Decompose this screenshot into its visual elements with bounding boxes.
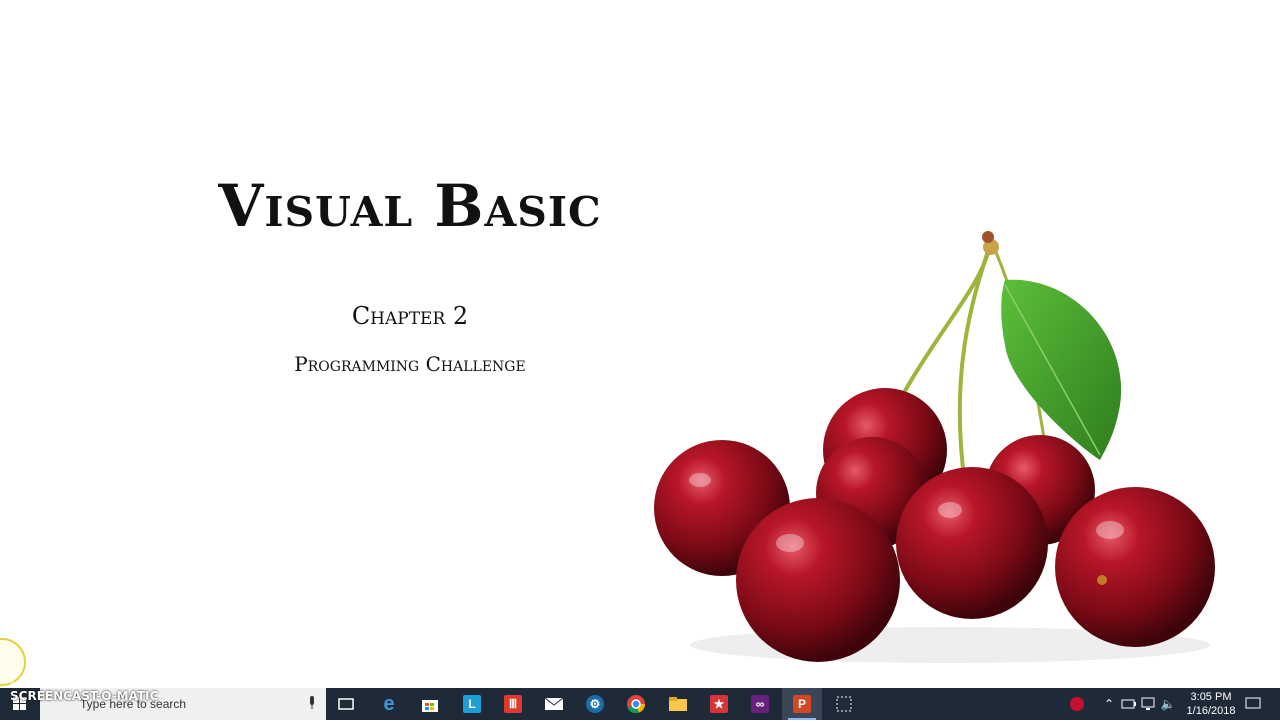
acrobat-button[interactable]: ★	[699, 688, 739, 720]
action-center-icon[interactable]	[1245, 696, 1261, 712]
clock-time: 3:05 PM	[1190, 691, 1232, 703]
edge-icon: e	[383, 692, 395, 715]
steam-icon: ⚙	[586, 695, 604, 713]
search-placeholder: Type here to search	[80, 697, 187, 711]
chevron-up-icon[interactable]: ⌃	[1101, 696, 1117, 712]
edge-button[interactable]: e	[369, 688, 409, 720]
search-box[interactable]: Type here to search	[40, 688, 326, 720]
microphone-icon[interactable]	[308, 696, 316, 710]
slide: Visual Basic Chapter 2 Programming Chall…	[0, 0, 1280, 688]
office-app-icon: Ⅲ	[504, 695, 522, 713]
network-icon[interactable]	[1141, 696, 1157, 712]
chrome-icon	[627, 695, 645, 714]
snipping-tool-button[interactable]	[824, 688, 864, 720]
l-app-icon: L	[463, 695, 481, 713]
acrobat-icon: ★	[710, 695, 728, 713]
mail-icon	[544, 697, 564, 710]
chrome-button[interactable]	[616, 688, 656, 720]
start-button[interactable]	[0, 688, 40, 720]
store-button[interactable]	[410, 688, 450, 720]
powerpoint-icon: P	[793, 695, 811, 713]
store-icon	[422, 700, 438, 712]
task-view-button[interactable]	[326, 688, 366, 720]
task-view-icon	[338, 698, 354, 710]
volume-muted-icon[interactable]: 🔈	[1160, 696, 1176, 712]
cursor-highlight	[0, 638, 26, 686]
folder-icon	[669, 697, 687, 711]
taskbar: Type here to search e L Ⅲ ⚙ ★ ∞ P ⌃ 🔈 3:…	[0, 688, 1280, 720]
system-clock[interactable]: 3:05 PM 1/16/2018	[1181, 690, 1241, 718]
visual-studio-button[interactable]: ∞	[740, 688, 780, 720]
steam-button[interactable]: ⚙	[575, 688, 615, 720]
file-explorer-button[interactable]	[658, 688, 698, 720]
battery-icon[interactable]	[1121, 696, 1137, 712]
clock-date: 1/16/2018	[1186, 705, 1236, 717]
snipping-icon	[836, 696, 852, 712]
visual-studio-icon: ∞	[751, 695, 769, 713]
mail-button[interactable]	[534, 688, 574, 720]
office-app-button[interactable]: Ⅲ	[493, 688, 533, 720]
cherries-image	[654, 231, 1215, 663]
l-app-button[interactable]: L	[452, 688, 492, 720]
powerpoint-button[interactable]: P	[782, 688, 822, 720]
windows-logo-icon	[13, 697, 26, 710]
antivirus-tray-icon[interactable]	[1069, 696, 1085, 712]
